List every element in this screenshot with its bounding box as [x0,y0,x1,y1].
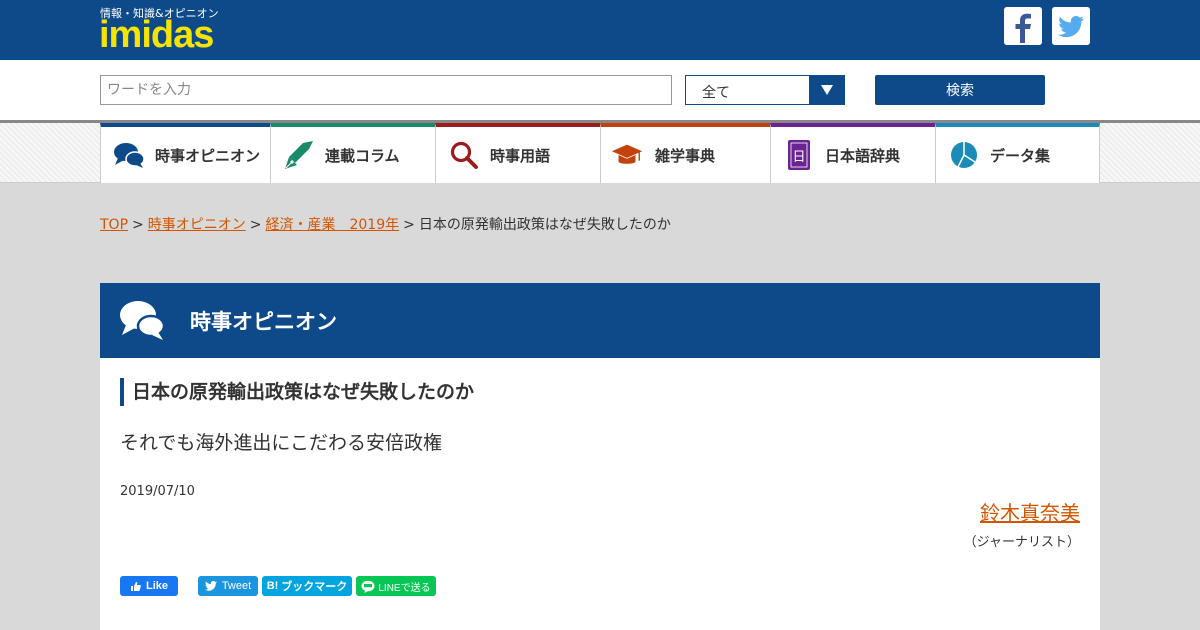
fountain-pen-icon [285,141,313,169]
breadcrumb-separator: > [249,217,262,233]
author-role: （ジャーナリスト） [963,535,1080,550]
nav-item-japanese-dictionary[interactable]: 日 日本語辞典 [770,123,935,183]
breadcrumb-link-category[interactable]: 経済・産業 2019年 [265,217,399,233]
author-name-link[interactable]: 鈴木真奈美 [980,497,1080,526]
nav-item-glossary[interactable]: 時事用語 [435,123,600,183]
chat-bubbles-icon [114,143,145,168]
dictionary-book-icon: 日 [788,140,810,170]
tweet-button[interactable]: Tweet [198,576,258,596]
twitter-icon [1052,7,1090,45]
nav-item-data[interactable]: データ集 [935,123,1100,183]
facebook-icon [1004,7,1042,45]
section-title: 時事オピニオン [190,310,337,334]
line-share-label: LINEで送る [378,582,431,594]
facebook-like-label: Like [145,580,168,592]
magnifier-icon [450,141,478,169]
search-bar: 全て 検索 [0,60,1200,120]
breadcrumb-separator: > [403,217,415,233]
svg-text:日: 日 [792,150,805,165]
breadcrumb: TOP > 時事オピニオン > 経済・産業 2019年 > 日本の原発輸出政策はなぜ失敗した… [100,214,671,234]
section-banner: 時事オピニオン [100,283,1100,358]
twitter-link[interactable] [1052,7,1090,45]
line-icon [361,580,375,593]
nav-item-trivia[interactable]: 雑学事典 [600,123,770,183]
search-input[interactable] [100,75,672,105]
article-title: 日本の原発輸出政策はなぜ失敗したのか [120,378,474,406]
breadcrumb-separator: > [132,217,144,233]
article-subtitle: それでも海外進出にこだわる安倍政権 [120,432,443,454]
mortarboard-icon [611,144,643,164]
site-header: 情報・知識&オピニオン imidas [0,0,1200,60]
line-share-button[interactable]: LINEで送る [356,576,436,596]
facebook-like-button[interactable]: Like [120,576,178,596]
category-nav-band: 時事オピニオン 連載コラム 時事用語 雑学事典 日 日本語辞典 データ集 [0,120,1200,183]
hatena-bookmark-label: ブックマーク [281,581,348,593]
search-scope-select[interactable]: 全て [685,75,845,105]
nav-item-opinion[interactable]: 時事オピニオン [100,123,270,183]
search-scope-value: 全て [702,85,730,101]
nav-item-label: 時事オピニオン [155,147,261,165]
nav-item-label: 日本語辞典 [825,147,901,165]
select-arrow[interactable] [809,76,844,104]
category-nav: 時事オピニオン 連載コラム 時事用語 雑学事典 日 日本語辞典 データ集 [100,123,1100,183]
nav-item-label: 時事用語 [490,147,551,165]
nav-item-label: 雑学事典 [655,147,716,165]
breadcrumb-link-top[interactable]: TOP [100,217,128,233]
facebook-link[interactable] [1004,7,1042,45]
article-date: 2019/07/10 [120,484,195,499]
hatena-bookmark-icon: B! [266,580,279,592]
twitter-bird-icon [204,581,217,591]
nav-item-column[interactable]: 連載コラム [270,123,435,183]
hatena-bookmark-button[interactable]: B! ブックマーク [262,576,352,596]
site-logo[interactable]: imidas [99,14,214,56]
tweet-label: Tweet [221,580,252,592]
chat-bubbles-icon [120,301,166,340]
pie-chart-icon [951,142,977,168]
search-button[interactable]: 検索 [875,75,1045,105]
nav-item-label: 連載コラム [325,147,400,165]
chevron-down-icon [820,85,833,95]
nav-item-label: データ集 [990,147,1051,165]
thumbs-up-icon [130,581,141,591]
breadcrumb-link-opinion[interactable]: 時事オピニオン [148,217,246,233]
article-card: 日本の原発輸出政策はなぜ失敗したのか それでも海外進出にこだわる安倍政権 201… [100,358,1100,630]
breadcrumb-current: 日本の原発輸出政策はなぜ失敗したのか [418,217,671,233]
